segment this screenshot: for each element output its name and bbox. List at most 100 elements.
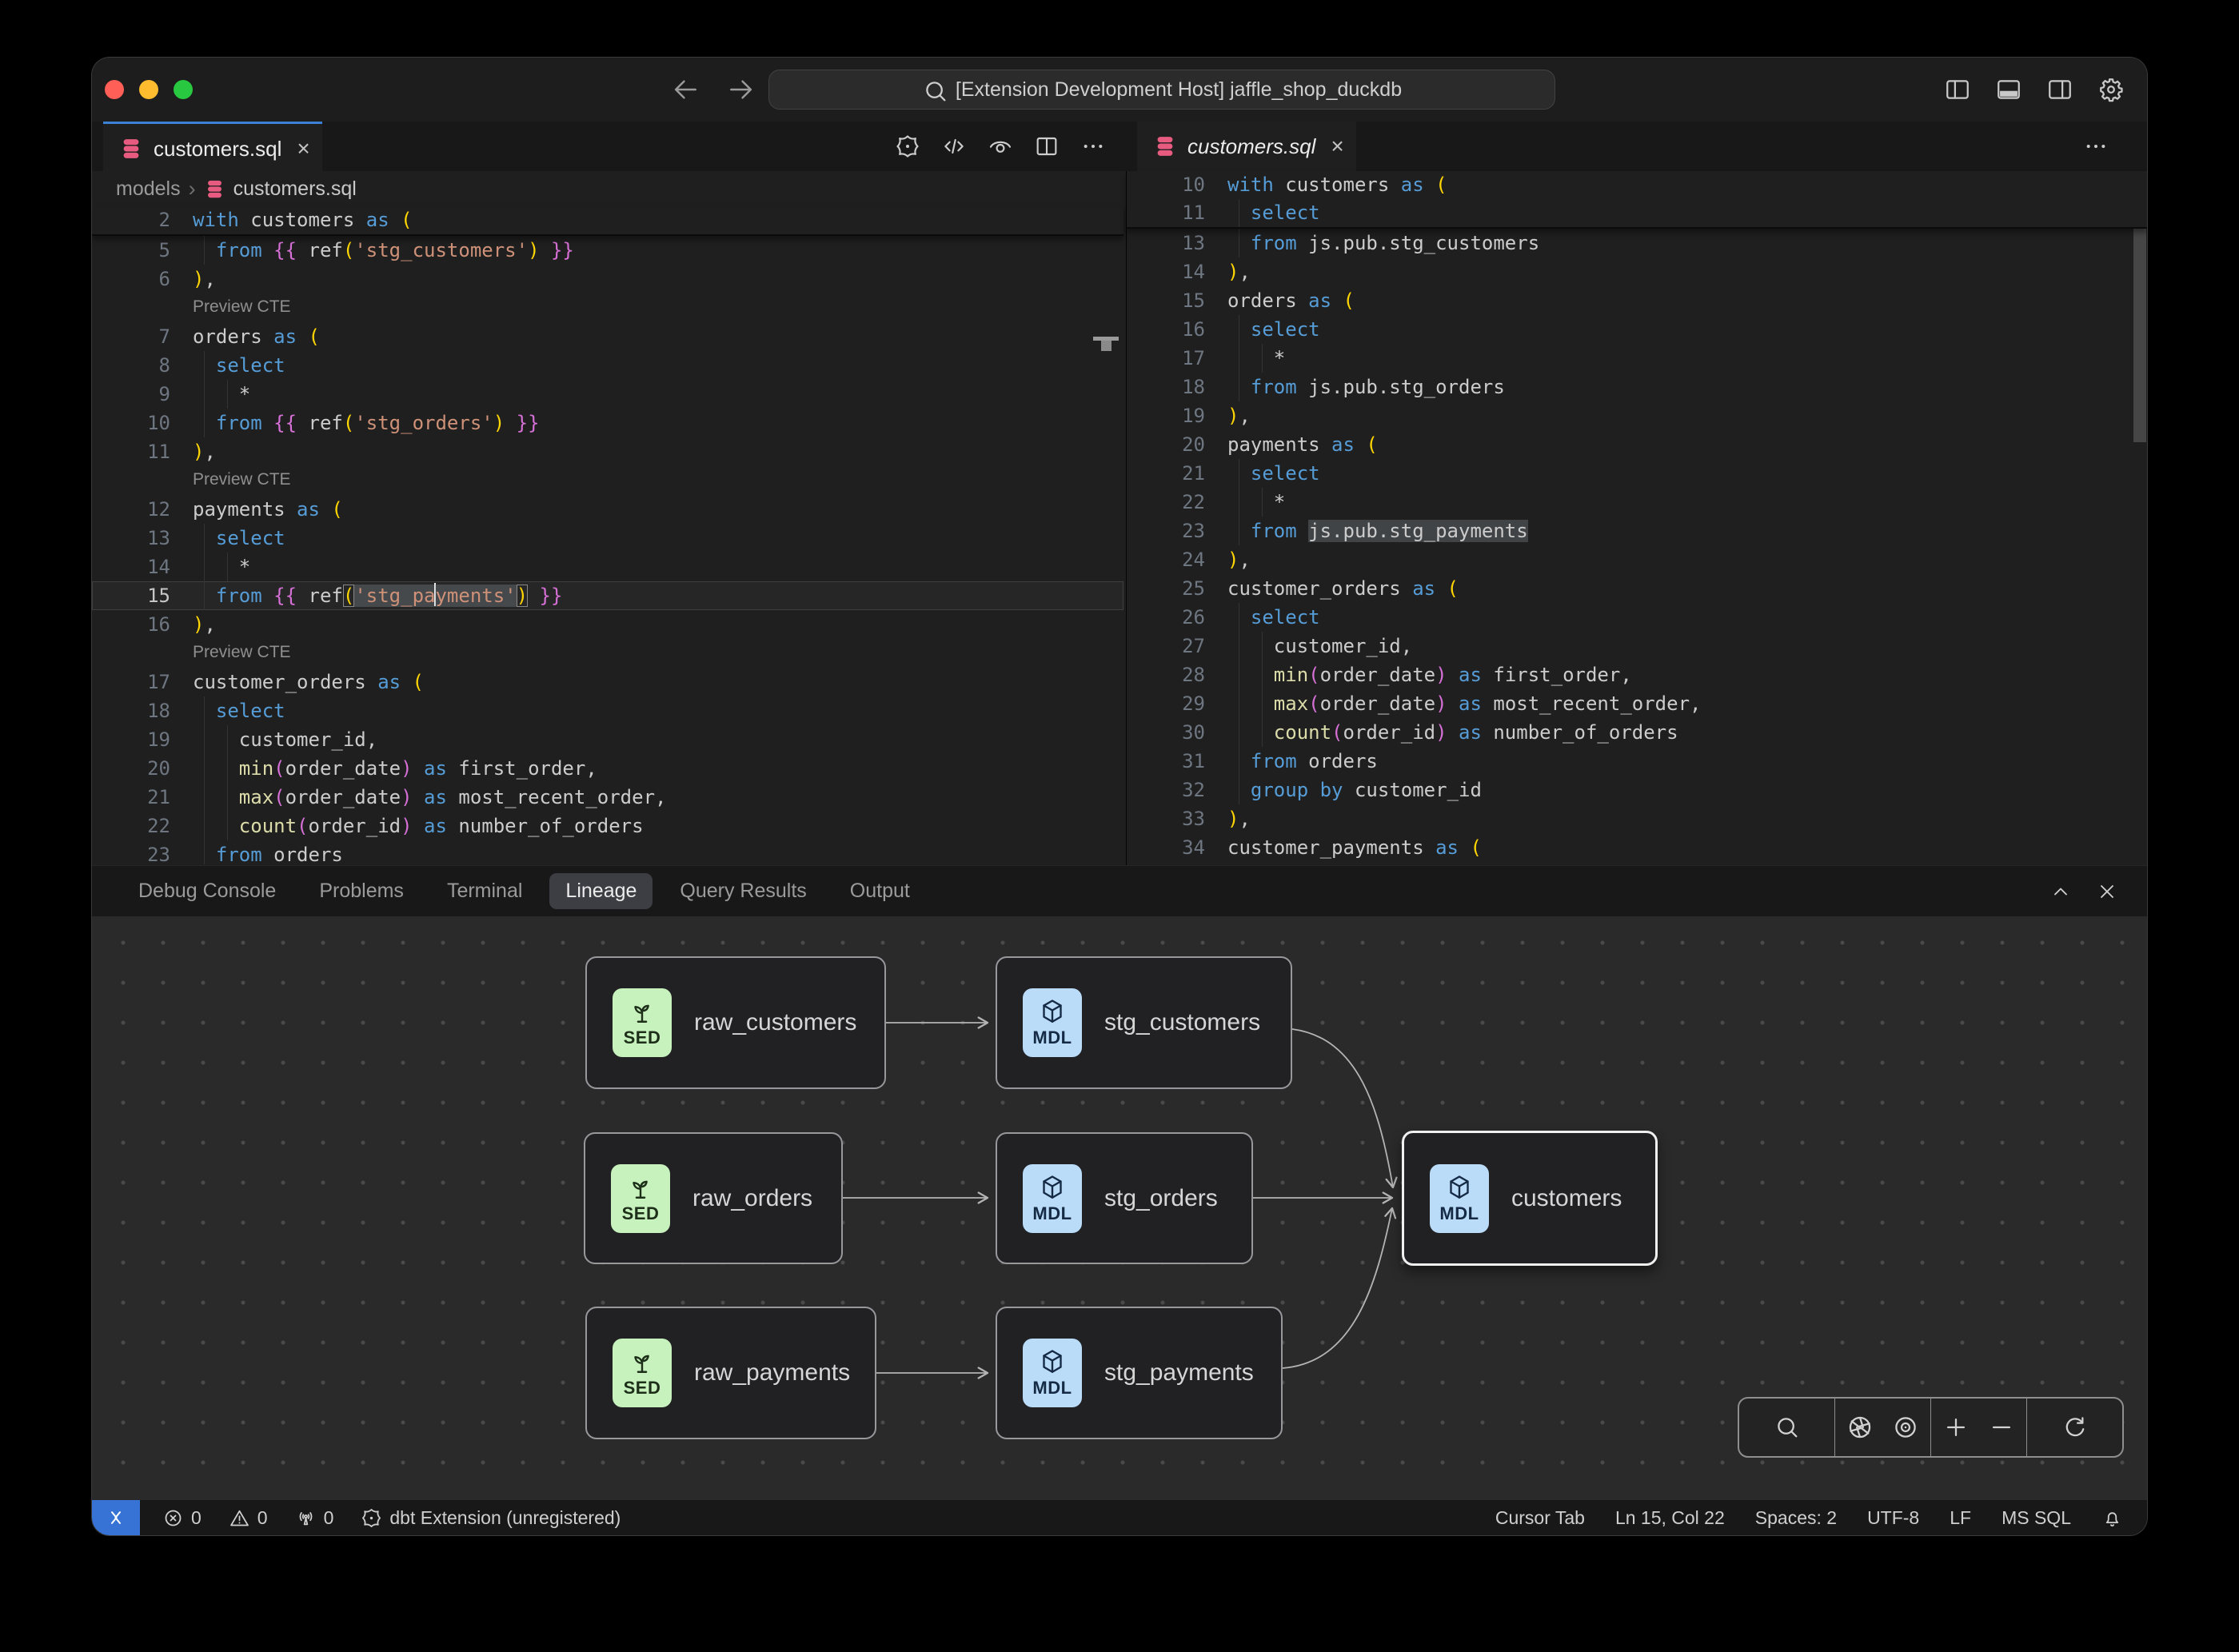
editor-pane-source[interactable]: models › customers.sql 2with customers a…	[92, 171, 1123, 865]
code-line[interactable]: 18 from js.pub.stg_orders	[1127, 373, 2147, 401]
code-line[interactable]: 13 select	[92, 524, 1123, 553]
code-line[interactable]: 28 min(order_date) as first_order,	[1127, 660, 2147, 689]
status-error-circle[interactable]: 0	[162, 1507, 202, 1529]
panel-chevron-up-icon[interactable]	[2049, 880, 2072, 903]
code-line[interactable]: 10 from {{ ref('stg_orders') }}	[92, 409, 1123, 437]
status-cursor-tab[interactable]: Cursor Tab	[1495, 1507, 1585, 1529]
code-lines[interactable]: 5 from {{ ref('stg_customers') }}6),Prev…	[92, 236, 1123, 864]
code-line[interactable]: 12payments as (	[92, 495, 1123, 524]
code-line[interactable]: 30 count(order_id) as number_of_orders	[1127, 718, 2147, 747]
code-line[interactable]: 24),	[1127, 545, 2147, 574]
more-icon[interactable]	[2078, 129, 2113, 164]
codelens-preview-cte[interactable]: Preview CTE	[92, 466, 1123, 495]
code-line[interactable]: 29 max(order_date) as most_recent_order,	[1127, 689, 2147, 718]
code-line[interactable]: 15 from {{ ref('stg_payments') }}	[92, 581, 1123, 610]
sticky-scroll[interactable]: 10with customers as (11 select	[1127, 171, 2147, 229]
code-line[interactable]: 21 max(order_date) as most_recent_order,	[92, 783, 1123, 812]
status-ln-15-col-22[interactable]: Ln 15, Col 22	[1615, 1507, 1725, 1529]
lineage-node-customers[interactable]: MDLcustomers	[1402, 1131, 1658, 1266]
breadcrumb-file[interactable]: customers.sql	[233, 178, 357, 201]
breadcrumb[interactable]: models › customers.sql	[92, 171, 1123, 206]
status-broadcast[interactable]: 0	[295, 1507, 334, 1529]
code-line[interactable]: 21 select	[1127, 459, 2147, 488]
codelens-preview-cte[interactable]: Preview CTE	[92, 639, 1123, 668]
code-line[interactable]: 34customer_payments as (	[1127, 833, 2147, 862]
code-line[interactable]: 22 count(order_id) as number_of_orders	[92, 812, 1123, 840]
code-line[interactable]: 13 from js.pub.stg_customers	[1127, 229, 2147, 257]
status-warning-triangle[interactable]: 0	[229, 1507, 268, 1529]
code-line[interactable]: 20 min(order_date) as first_order,	[92, 754, 1123, 783]
panel-close-icon[interactable]	[2096, 880, 2118, 903]
aperture-icon[interactable]	[1838, 1406, 1882, 1449]
status-lf[interactable]: LF	[1950, 1507, 1971, 1529]
lineage-node-raw_customers[interactable]: SEDraw_customers	[585, 956, 886, 1089]
gear-icon[interactable]	[2093, 72, 2129, 107]
code-line[interactable]: 27 customer_id,	[1127, 632, 2147, 660]
editor-pane-compiled[interactable]: 10with customers as (11 select 13 from j…	[1126, 171, 2147, 865]
status-utf-8[interactable]: UTF-8	[1867, 1507, 1919, 1529]
dbt-icon[interactable]	[890, 129, 925, 164]
sticky-scroll[interactable]: 2with customers as (	[92, 206, 1123, 236]
status-dbt[interactable]: dbt Extension (unregistered)	[361, 1507, 621, 1529]
command-center-search[interactable]: [Extension Development Host] jaffle_shop…	[768, 70, 1555, 110]
code-line[interactable]: 19 customer_id,	[92, 725, 1123, 754]
code-line[interactable]: 32 group by customer_id	[1127, 776, 2147, 804]
reset-icon[interactable]	[2053, 1406, 2097, 1449]
zoom-out-icon[interactable]	[1980, 1406, 2023, 1449]
code-lines[interactable]: 13 from js.pub.stg_customers14),15orders…	[1127, 229, 2147, 862]
lineage-node-stg_payments[interactable]: MDLstg_payments	[996, 1307, 1283, 1439]
layout-panel-icon[interactable]	[1990, 72, 2027, 107]
code-line[interactable]: 15orders as (	[1127, 286, 2147, 315]
panel-tab-terminal[interactable]: Terminal	[431, 873, 538, 909]
status-ms-sql[interactable]: MS SQL	[2002, 1507, 2071, 1529]
forward-arrow-icon[interactable]	[724, 72, 759, 107]
code-line[interactable]: 11 select	[1127, 199, 2147, 227]
lineage-node-raw_orders[interactable]: SEDraw_orders	[584, 1132, 843, 1264]
panel-tab-output[interactable]: Output	[834, 873, 926, 909]
panel-tab-query-results[interactable]: Query Results	[664, 873, 822, 909]
back-arrow-icon[interactable]	[668, 72, 703, 107]
code-line[interactable]: 23 from orders	[92, 840, 1123, 864]
minimize-window-button[interactable]	[139, 80, 158, 99]
code-line[interactable]: 14),	[1127, 257, 2147, 286]
status-spaces-2[interactable]: Spaces: 2	[1755, 1507, 1837, 1529]
code-line[interactable]: 31 from orders	[1127, 747, 2147, 776]
close-tab-icon[interactable]: ×	[1331, 134, 1343, 159]
eye-icon[interactable]	[983, 129, 1018, 164]
panel-tab-problems[interactable]: Problems	[303, 873, 420, 909]
layout-sidebar-icon[interactable]	[1939, 72, 1976, 107]
tab-customers-sql[interactable]: customers.sql ×	[103, 122, 322, 174]
code-line[interactable]: 16 select	[1127, 315, 2147, 344]
code-line[interactable]: 9 *	[92, 380, 1123, 409]
tab-customers-sql-preview[interactable]: customers.sql ×	[1137, 122, 1356, 171]
code-line[interactable]: 18 select	[92, 696, 1123, 725]
code-line[interactable]: 33),	[1127, 804, 2147, 833]
close-window-button[interactable]	[105, 80, 124, 99]
panel-tab-lineage[interactable]: Lineage	[549, 873, 653, 909]
search-icon[interactable]	[1766, 1406, 1809, 1449]
code-line[interactable]: 26 select	[1127, 603, 2147, 632]
breadcrumb-folder[interactable]: models	[116, 178, 181, 201]
code-line[interactable]: 8 select	[92, 351, 1123, 380]
code-line[interactable]: 22 *	[1127, 488, 2147, 517]
code-line[interactable]: 10with customers as (	[1127, 171, 2147, 199]
code-line[interactable]: 6),	[92, 265, 1123, 293]
status-bell[interactable]	[2101, 1507, 2123, 1529]
code-line[interactable]: 11),	[92, 437, 1123, 466]
code-line[interactable]: 20payments as (	[1127, 430, 2147, 459]
lineage-node-raw_payments[interactable]: SEDraw_payments	[585, 1307, 876, 1439]
zoom-window-button[interactable]	[174, 80, 193, 99]
zoom-in-icon[interactable]	[1934, 1406, 1978, 1449]
close-tab-icon[interactable]: ×	[297, 136, 309, 162]
lineage-node-stg_customers[interactable]: MDLstg_customers	[996, 956, 1292, 1089]
codelens-preview-cte[interactable]: Preview CTE	[92, 293, 1123, 322]
lineage-canvas[interactable]: SEDraw_customers MDLstg_customers SEDraw_o…	[92, 916, 2147, 1500]
code-line[interactable]: 17 *	[1127, 344, 2147, 373]
layout-secondary-icon[interactable]	[2041, 72, 2078, 107]
code-line[interactable]: 14 *	[92, 553, 1123, 581]
split-editor-icon[interactable]	[1029, 129, 1064, 164]
code-line[interactable]: 23 from js.pub.stg_payments	[1127, 517, 2147, 545]
focus-icon[interactable]	[1884, 1406, 1927, 1449]
code-line[interactable]: 7orders as (	[92, 322, 1123, 351]
code-line[interactable]: 19),	[1127, 401, 2147, 430]
